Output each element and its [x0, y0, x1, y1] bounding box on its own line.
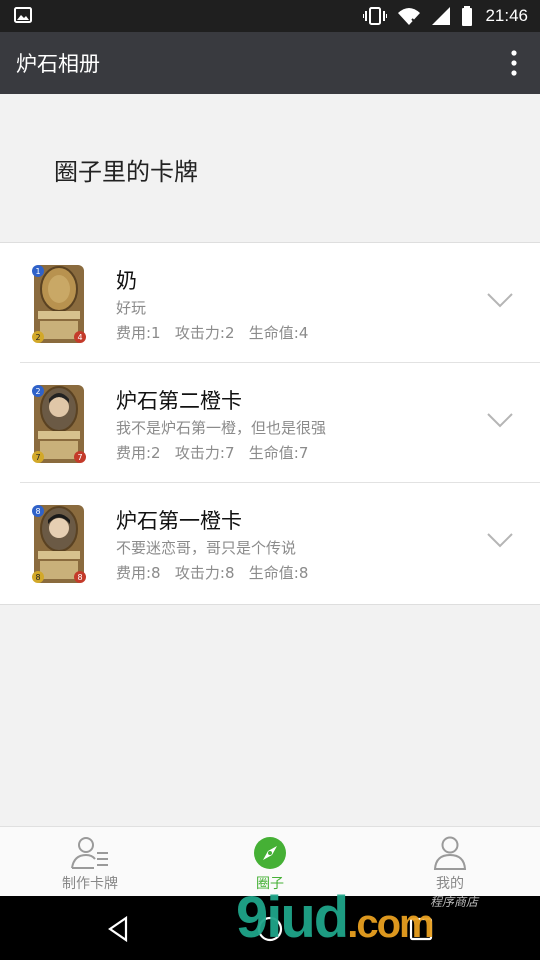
card-description: 不要迷恋哥，哥只是个传说: [116, 539, 297, 557]
card-attack-gem: 7: [35, 453, 40, 462]
card-list: 1 2 4 奶 好玩 费用:1 攻击力:2 生命值:4 2 7 7 炉石第二橙卡…: [0, 242, 540, 605]
card-name: 炉石第二橙卡: [116, 389, 242, 413]
card-thumbnail: 2 7 7: [32, 385, 86, 463]
card-stats: 费用:2 攻击力:7 生命值:7: [116, 444, 309, 462]
card-health-gem: 4: [77, 333, 82, 342]
card-health-gem: 8: [77, 573, 82, 582]
user-list-icon: [71, 837, 108, 869]
card-description: 好玩: [116, 299, 147, 317]
app-bar: 炉石相册: [0, 32, 540, 94]
status-bar: 21:46: [0, 0, 540, 32]
card-name: 奶: [116, 269, 137, 293]
signal-icon: [432, 7, 451, 25]
card-cost-gem: 2: [35, 387, 40, 396]
card-description: 我不是炉石第一橙，但也是很强: [116, 419, 327, 437]
person-icon: [433, 836, 467, 870]
card-attack-gem: 8: [35, 573, 40, 582]
list-item[interactable]: 2 7 7 炉石第二橙卡 我不是炉石第一橙，但也是很强 费用:2 攻击力:7 生…: [0, 363, 540, 483]
compass-icon: [254, 837, 286, 869]
section-title: 圈子里的卡牌: [54, 158, 198, 186]
vibrate-icon: [363, 7, 388, 25]
status-time: 21:46: [485, 6, 528, 25]
app-title: 炉石相册: [16, 53, 100, 76]
card-thumbnail: 1 2 4: [32, 265, 86, 343]
back-icon[interactable]: [104, 914, 134, 944]
watermark-suffix: .com: [347, 902, 434, 946]
wifi-icon: [398, 8, 421, 26]
card-health-gem: 7: [77, 453, 82, 462]
chevron-down-icon[interactable]: [486, 531, 514, 549]
watermark-main: 9iud: [236, 885, 349, 950]
chevron-down-icon[interactable]: [486, 291, 514, 309]
card-thumbnail: 8 8 8: [32, 505, 86, 583]
more-options-icon[interactable]: [504, 49, 524, 77]
card-cost-gem: 8: [35, 507, 40, 516]
card-stats: 费用:1 攻击力:2 生命值:4: [116, 324, 309, 342]
section-header: 圈子里的卡牌: [0, 94, 540, 242]
list-item[interactable]: 1 2 4 奶 好玩 费用:1 攻击力:2 生命值:4: [0, 243, 540, 363]
watermark-logo: 9iud.com: [236, 884, 435, 951]
battery-icon: [462, 6, 473, 26]
card-stats: 费用:8 攻击力:8 生命值:8: [116, 564, 309, 582]
nav-label: 制作卡牌: [62, 876, 118, 892]
card-attack-gem: 2: [35, 333, 40, 342]
watermark-caption: 程序商店: [430, 895, 479, 909]
card-cost-gem: 1: [35, 267, 40, 276]
card-name: 炉石第一橙卡: [116, 509, 242, 533]
list-item[interactable]: 8 8 8 炉石第一橙卡 不要迷恋哥，哥只是个传说 费用:8 攻击力:8 生命值…: [0, 483, 540, 603]
nav-item-make-card[interactable]: 制作卡牌: [0, 827, 180, 897]
image-notification-icon: [14, 7, 32, 23]
chevron-down-icon[interactable]: [486, 411, 514, 429]
